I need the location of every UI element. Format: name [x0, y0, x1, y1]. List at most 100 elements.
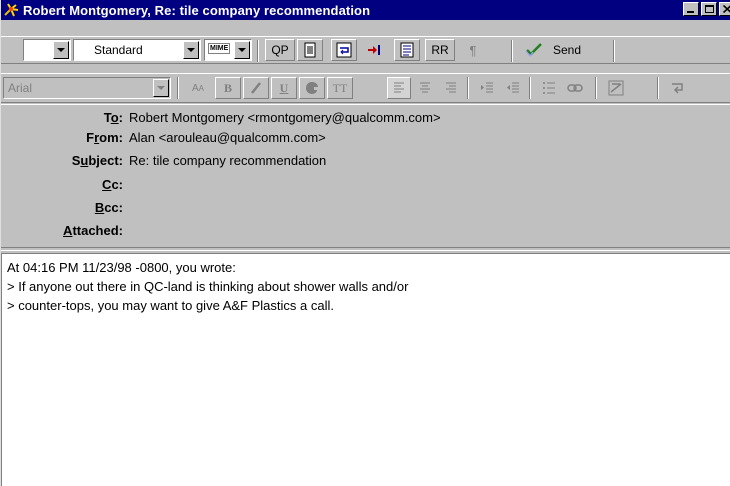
maximize-button[interactable]	[701, 2, 717, 16]
subject-row: Subject: Re: tile company recommendation	[1, 153, 730, 171]
tabs-in-body-button[interactable]	[361, 39, 387, 61]
bcc-field[interactable]	[123, 200, 129, 218]
body-line: > If anyone out there in QC-land is thin…	[7, 279, 409, 294]
color-button[interactable]	[299, 77, 325, 99]
subject-label: Subject:	[71, 153, 123, 168]
font-size-button[interactable]: AA	[185, 77, 211, 99]
teletype-button[interactable]: TT	[327, 77, 353, 99]
minimize-button[interactable]	[683, 2, 699, 16]
body-line: > counter-tops, you may want to give A&F…	[7, 298, 334, 313]
indent-button[interactable]	[475, 77, 499, 99]
message-body[interactable]: At 04:16 PM 11/23/98 -0800, you wrote: >…	[1, 253, 730, 486]
align-left-button[interactable]	[387, 77, 411, 99]
qp-label: QP	[271, 43, 289, 57]
bullet-list-icon	[543, 82, 555, 94]
close-icon	[722, 5, 730, 13]
toolbar-separator	[257, 40, 259, 62]
bullet-list-button[interactable]	[537, 77, 561, 99]
maximize-icon	[704, 5, 714, 13]
minimize-icon	[687, 11, 694, 13]
wrap-icon	[672, 83, 683, 94]
keep-copy-icon	[400, 42, 414, 58]
text-as-attachment-icon	[304, 42, 316, 58]
message-window: Robert Montgomery, Re: tile company reco…	[0, 0, 730, 486]
align-right-icon	[446, 82, 456, 93]
header-body-divider[interactable]	[1, 247, 730, 251]
send-button[interactable]: Send	[521, 39, 601, 61]
toolbar-separator	[177, 77, 179, 99]
toolbar-separator	[467, 77, 469, 99]
format-value: Standard	[94, 43, 143, 57]
window-title: Robert Montgomery, Re: tile company reco…	[23, 2, 371, 18]
subject-field[interactable]: Re: tile company recommendation	[123, 153, 326, 171]
color-icon	[306, 82, 318, 94]
outdent-icon	[507, 82, 519, 93]
body-line: At 04:16 PM 11/23/98 -0800, you wrote:	[7, 260, 236, 275]
word-wrap-button[interactable]	[331, 39, 357, 61]
italic-button[interactable]	[243, 77, 269, 99]
bcc-label: Bcc:	[94, 200, 123, 215]
to-row: To: Robert Montgomery <rmontgomery@qualc…	[1, 110, 730, 128]
word-wrap-icon	[336, 42, 352, 58]
title-bar[interactable]: Robert Montgomery, Re: tile company reco…	[1, 0, 730, 20]
teletype-icon: TT	[332, 80, 348, 95]
mime-encoding-dropdown[interactable]: MIME	[204, 39, 252, 61]
chevron-down-icon[interactable]	[53, 41, 69, 59]
send-label: Send	[553, 43, 582, 57]
to-field[interactable]: Robert Montgomery <rmontgomery@qualcomm.…	[123, 110, 441, 128]
align-center-icon	[420, 82, 430, 93]
close-button[interactable]	[719, 2, 730, 16]
return-receipt-button[interactable]: RR	[425, 39, 455, 61]
paragraph-icon: ¶	[469, 42, 477, 58]
link-button[interactable]	[563, 77, 587, 99]
priority-dropdown[interactable]	[23, 39, 71, 61]
toolbar-separator	[613, 40, 615, 62]
from-field[interactable]: Alan <arouleau@qualcomm.com>	[123, 130, 326, 148]
clear-format-button[interactable]	[603, 77, 629, 99]
cc-label: Cc:	[102, 177, 123, 192]
mime-label: MIME	[208, 43, 231, 54]
cc-row: Cc:	[1, 177, 730, 195]
attached-row: Attached:	[1, 223, 730, 241]
bold-button[interactable]: B	[215, 77, 241, 99]
text-as-attachment-button[interactable]	[297, 39, 323, 61]
link-icon	[567, 84, 583, 92]
from-label: From:	[86, 130, 123, 145]
eudora-message-icon[interactable]	[2, 0, 22, 20]
message-headers: To: Robert Montgomery <rmontgomery@qualc…	[1, 104, 730, 246]
signature-format-dropdown[interactable]: Standard	[73, 39, 201, 61]
toolbar-separator	[595, 77, 597, 99]
align-left-icon	[394, 82, 404, 93]
paragraph-button[interactable]: ¶	[461, 39, 485, 61]
chevron-down-icon[interactable]	[183, 41, 199, 59]
rr-label: RR	[431, 43, 449, 57]
clear-format-icon	[608, 80, 624, 96]
indent-icon	[481, 82, 493, 93]
align-right-button[interactable]	[439, 77, 463, 99]
font-value: Arial	[8, 81, 33, 95]
quoted-printable-button[interactable]: QP	[265, 39, 295, 61]
keep-copy-button[interactable]	[394, 39, 420, 61]
font-dropdown[interactable]: Arial	[3, 77, 171, 99]
underline-button[interactable]: U	[271, 77, 297, 99]
cc-field[interactable]	[123, 177, 129, 195]
toolbar-separator	[657, 77, 659, 99]
bcc-row: Bcc:	[1, 200, 730, 218]
align-center-button[interactable]	[413, 77, 437, 99]
attached-field[interactable]	[123, 223, 129, 241]
to-label: To:	[103, 110, 123, 125]
toolbar-separator	[511, 40, 513, 62]
outdent-button[interactable]	[501, 77, 525, 99]
from-row: From: Alan <arouleau@qualcomm.com>	[1, 130, 730, 148]
chevron-down-icon[interactable]	[234, 41, 250, 59]
formatting-toolbar: Arial AA B U TT	[1, 73, 730, 103]
message-options-toolbar: Standard MIME QP RR ¶ Send	[1, 36, 730, 64]
chevron-down-icon[interactable]	[153, 79, 169, 97]
wrap-button[interactable]	[665, 77, 691, 99]
underline-icon: U	[279, 80, 289, 95]
italic-icon	[251, 82, 261, 94]
send-icon	[525, 43, 542, 57]
tabs-in-body-icon	[368, 45, 380, 55]
font-size-icon: AA	[191, 82, 204, 94]
bold-icon: B	[223, 80, 232, 95]
